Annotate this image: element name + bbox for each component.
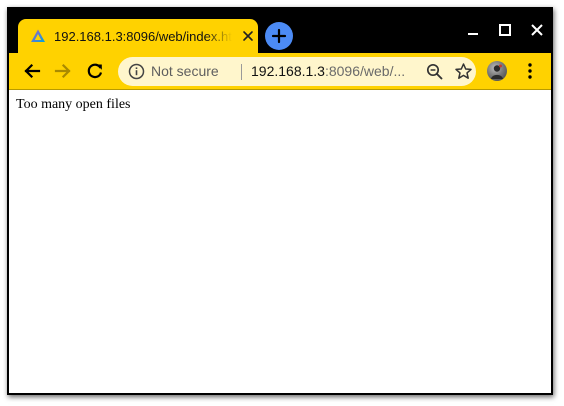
url-path: :8096/web/... — [324, 63, 406, 79]
address-bar[interactable]: Not secure 192.168.1.3:8096/web/... — [118, 57, 476, 86]
forward-button[interactable] — [51, 59, 75, 83]
browser-tab[interactable]: 192.168.1.3:8096/web/index.html — [18, 19, 258, 53]
back-button[interactable] — [20, 59, 44, 83]
error-message: Too many open files — [16, 97, 131, 112]
title-bar: 192.168.1.3:8096/web/index.html — [9, 9, 551, 53]
url-text[interactable]: 192.168.1.3:8096/web/... — [251, 62, 417, 81]
close-icon[interactable] — [240, 28, 256, 44]
maximize-icon — [499, 24, 511, 36]
star-icon[interactable] — [454, 62, 473, 81]
arrow-right-icon — [54, 63, 71, 79]
minimize-button[interactable] — [458, 19, 488, 41]
close-icon — [531, 24, 543, 36]
browser-window: 192.168.1.3:8096/web/index.html Not secu… — [7, 7, 553, 395]
address-bar-divider — [241, 64, 242, 80]
avatar-image-icon — [491, 64, 503, 79]
minimize-icon — [468, 33, 478, 35]
jellyfin-favicon-icon — [31, 29, 45, 42]
reload-icon — [87, 63, 103, 79]
plus-icon — [271, 28, 287, 44]
profile-avatar[interactable] — [487, 61, 507, 81]
kebab-menu-icon — [528, 63, 532, 79]
info-icon[interactable] — [128, 63, 145, 80]
url-host: 192.168.1.3 — [251, 63, 325, 79]
new-tab-button[interactable] — [265, 22, 293, 50]
browser-toolbar: Not secure 192.168.1.3:8096/web/... — [9, 53, 551, 90]
page-content: Too many open files — [9, 90, 551, 393]
maximize-button[interactable] — [490, 19, 520, 41]
arrow-left-icon — [24, 63, 41, 79]
browser-menu-button[interactable] — [519, 60, 541, 82]
zoom-out-icon[interactable] — [425, 62, 444, 81]
security-status-label[interactable]: Not secure — [151, 62, 219, 81]
reload-button[interactable] — [83, 59, 107, 83]
tab-title: 192.168.1.3:8096/web/index.html — [54, 29, 232, 44]
window-close-button[interactable] — [522, 19, 551, 41]
